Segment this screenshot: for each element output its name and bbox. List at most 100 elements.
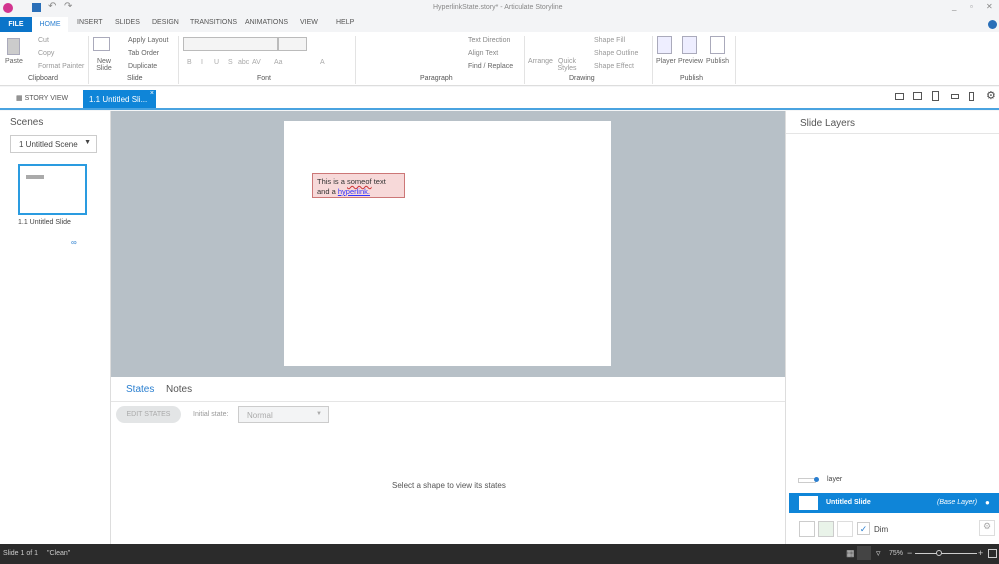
text-direction-button[interactable]: Text Direction	[468, 37, 510, 44]
paste-button[interactable]: Paste	[5, 58, 23, 65]
device-phone-landscape-icon[interactable]	[951, 94, 959, 99]
theme-name: "Clean"	[47, 550, 71, 557]
shape-effect-button[interactable]: Shape Effect	[594, 63, 634, 70]
restore-button[interactable]: ▫	[970, 2, 973, 11]
fit-window-icon[interactable]	[988, 549, 997, 558]
tab-design[interactable]: DESIGN	[152, 19, 179, 26]
tab-file[interactable]: FILE	[0, 17, 32, 32]
slide-count: Slide 1 of 1	[3, 550, 39, 557]
base-layer-tag: (Base Layer)	[937, 499, 978, 506]
slide-thumbnail-label: 1.1 Untitled Slide	[18, 219, 71, 226]
font-size-select[interactable]	[278, 37, 307, 51]
base-layer-name: Untitled Slide	[826, 499, 871, 506]
shape-fill-button[interactable]: Shape Fill	[594, 37, 625, 44]
chevron-down-icon: ▼	[84, 139, 91, 146]
spacing-button[interactable]: AV	[252, 59, 261, 66]
tab-insert[interactable]: INSERT	[77, 19, 103, 26]
tab-home[interactable]: HOME	[32, 17, 68, 33]
publish-button[interactable]: Publish	[706, 58, 729, 65]
story-view-icon[interactable]: ▦	[846, 548, 855, 559]
slide: This is a someof text and a hyperlink.	[284, 121, 611, 366]
base-layer-row[interactable]: Untitled Slide (Base Layer) ●	[789, 493, 999, 513]
initial-state-label: Initial state:	[193, 411, 229, 418]
format-painter-button[interactable]: Format Painter	[38, 63, 84, 70]
redo-icon[interactable]: ↷	[64, 1, 72, 12]
zoom-slider-handle[interactable]	[936, 550, 942, 556]
eye-icon[interactable]: ●	[985, 498, 990, 507]
device-phone-portrait-icon[interactable]	[969, 92, 974, 101]
undo-icon[interactable]: ↶	[48, 1, 56, 12]
device-tablet-portrait-icon[interactable]	[932, 91, 939, 101]
align-text-button[interactable]: Align Text	[468, 50, 498, 57]
scene-dropdown[interactable]: 1 Untitled Scene ▼	[10, 135, 97, 153]
slide-tab[interactable]: 1.1 Untitled Sli... ×	[83, 90, 156, 108]
layer-row[interactable]: layer	[798, 475, 988, 487]
tab-animations[interactable]: ANIMATIONS	[245, 19, 288, 26]
arrange-button[interactable]: Arrange	[528, 58, 553, 65]
empty-states-message: Select a shape to view its states	[392, 481, 506, 490]
scenes-panel: Scenes 1 Untitled Scene ▼ 1.1 Untitled Sl…	[0, 111, 111, 544]
preview-view-icon[interactable]: ▿	[876, 548, 881, 559]
layer-settings-button[interactable]: ⚙	[979, 520, 995, 536]
slide-layers-panel: Slide Layers layer Untitled Slide (Base …	[785, 111, 999, 544]
strikethrough-button[interactable]: abc	[238, 59, 249, 66]
italic-button[interactable]: I	[201, 59, 203, 66]
font-color-button[interactable]: A	[320, 59, 325, 66]
group-publish: Publish	[680, 75, 703, 82]
tab-slides[interactable]: SLIDES	[115, 19, 140, 26]
tab-order-button[interactable]: Tab Order	[128, 50, 159, 57]
zoom-slider[interactable]	[915, 553, 977, 554]
shape-outline-button[interactable]: Shape Outline	[594, 50, 638, 57]
preview-button[interactable]: Preview	[678, 58, 703, 65]
normal-view-icon[interactable]	[857, 546, 871, 560]
new-slide-icon	[93, 37, 110, 51]
save-icon[interactable]	[32, 3, 41, 12]
quick-styles-button[interactable]: Quick Styles	[556, 58, 578, 72]
settings-icon[interactable]: ⚙	[986, 89, 996, 102]
copy-button[interactable]: Copy	[38, 50, 54, 57]
font-family-select[interactable]	[183, 37, 278, 51]
tab-view[interactable]: VIEW	[300, 19, 318, 26]
device-tablet-landscape-icon[interactable]	[913, 92, 922, 100]
apply-layout-button[interactable]: Apply Layout	[128, 37, 168, 44]
link-icon: ∞	[71, 238, 77, 247]
group-drawing: Drawing	[569, 75, 595, 82]
duplicate-layer-button[interactable]	[818, 521, 834, 537]
duplicate-button[interactable]: Duplicate	[128, 63, 157, 70]
close-tab-icon[interactable]: ×	[150, 90, 154, 97]
chevron-down-icon: ▼	[316, 411, 322, 417]
device-desktop-icon[interactable]	[895, 93, 904, 100]
strike-button[interactable]: S	[228, 59, 233, 66]
hyperlink[interactable]: hyperlink.	[338, 187, 370, 196]
slide-layers-title: Slide Layers	[800, 118, 856, 129]
text-box[interactable]: This is a someof text and a hyperlink.	[312, 173, 405, 198]
cut-button[interactable]: Cut	[38, 37, 49, 44]
help-icon[interactable]	[988, 20, 997, 29]
eye-icon[interactable]	[814, 477, 819, 482]
ribbon-tabs: INSERT SLIDES DESIGN TRANSITIONS ANIMATI…	[0, 17, 999, 32]
zoom-in-button[interactable]: +	[978, 548, 983, 558]
story-view-tab[interactable]: ▦ STORY VIEW	[16, 94, 68, 102]
bold-button[interactable]: B	[187, 59, 192, 66]
new-layer-button[interactable]	[799, 521, 815, 537]
group-clipboard: Clipboard	[28, 75, 58, 82]
minimize-button[interactable]: _	[952, 2, 956, 11]
tab-transitions[interactable]: TRANSITIONS	[190, 19, 237, 26]
dim-checkbox[interactable]: ✓	[857, 522, 870, 535]
initial-state-select[interactable]: Normal ▼	[238, 406, 329, 423]
player-button[interactable]: Player	[656, 58, 676, 65]
underline-button[interactable]: U	[214, 59, 219, 66]
case-button[interactable]: Aa	[274, 59, 283, 66]
slide-thumbnail[interactable]	[18, 164, 87, 215]
find-replace-button[interactable]: Find / Replace	[468, 63, 513, 70]
tab-notes[interactable]: Notes	[166, 384, 192, 395]
new-slide-button[interactable]: New Slide	[93, 58, 115, 72]
tab-states[interactable]: States	[126, 384, 154, 395]
tab-help[interactable]: HELP	[336, 19, 354, 26]
close-button[interactable]: ✕	[986, 2, 993, 11]
title-bar: ↶ ↷ HyperlinkState.story* - Articulate S…	[0, 0, 999, 17]
app-logo-icon	[3, 3, 13, 13]
edit-states-button[interactable]: EDIT STATES	[116, 406, 181, 423]
zoom-out-button[interactable]: −	[907, 548, 912, 558]
delete-layer-button[interactable]	[837, 521, 853, 537]
